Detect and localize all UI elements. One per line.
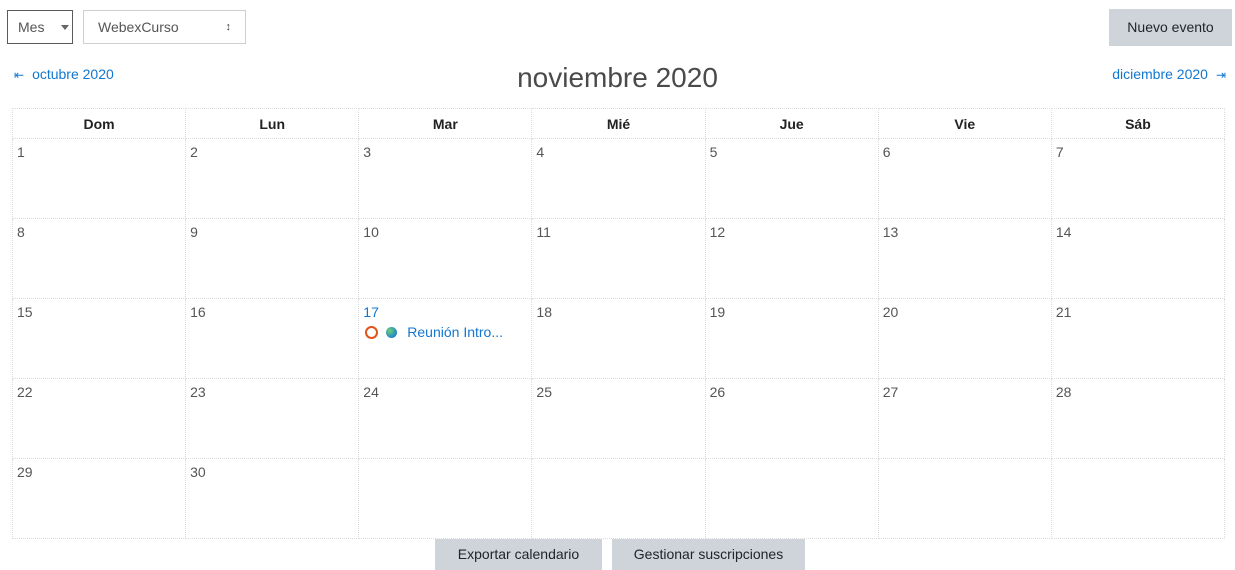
day-number: 29 — [17, 464, 33, 480]
next-month-link[interactable]: diciembre 2020 ⇥ — [1112, 66, 1226, 82]
weekday-header: Lun — [185, 108, 360, 139]
empty-day-cell — [1050, 458, 1226, 539]
weekday-header-row: Dom Lun Mar Mié Jue Vie Sáb — [11, 108, 1226, 139]
month-title: noviembre 2020 — [517, 62, 718, 93]
manage-subscriptions-button[interactable]: Gestionar suscripciones — [612, 539, 805, 570]
day-number: 16 — [190, 304, 206, 320]
weekday-header: Mié — [531, 108, 706, 139]
day-cell[interactable]: 7 — [1050, 138, 1226, 219]
day-cell[interactable]: 13 — [877, 218, 1052, 299]
export-calendar-button[interactable]: Exportar calendario — [435, 539, 602, 570]
globe-icon — [386, 326, 398, 338]
weekday-header: Dom — [11, 108, 187, 139]
day-cell[interactable]: 4 — [531, 138, 706, 219]
day-number: 6 — [882, 144, 891, 160]
day-number: 18 — [536, 304, 552, 320]
day-number: 5 — [709, 144, 718, 160]
day-cell[interactable]: 10 — [358, 218, 533, 299]
day-cell[interactable]: 15 — [11, 298, 187, 379]
caret-down-icon — [61, 25, 69, 30]
day-cell[interactable]: 12 — [704, 218, 879, 299]
day-number: 9 — [190, 224, 198, 240]
day-cell[interactable]: 25 — [531, 378, 706, 459]
day-cell[interactable]: 30 — [185, 458, 360, 539]
day-cell[interactable]: 17 Reunión Intro... — [358, 298, 533, 379]
calendar-grid: Dom Lun Mar Mié Jue Vie Sáb 1 2 3 4 5 6 7 8 9 10 1… — [11, 108, 1226, 539]
weekday-header: Sáb — [1050, 108, 1226, 139]
day-cell[interactable]: 8 — [11, 218, 187, 299]
day-number: 1 — [17, 144, 25, 160]
day-cell[interactable]: 6 — [877, 138, 1052, 219]
empty-day-cell — [704, 458, 879, 539]
day-cell[interactable]: 1 — [11, 138, 187, 219]
day-cell[interactable]: 29 — [11, 458, 187, 539]
sort-arrows-icon: ↕ — [225, 21, 232, 33]
day-number: 27 — [882, 384, 899, 400]
day-cell[interactable]: 22 — [11, 378, 187, 459]
course-select-value: WebexCurso — [98, 19, 179, 35]
calendar-page: Mes WebexCurso ↕ Nuevo evento ⇤ octubre 2… — [0, 0, 1235, 570]
day-number[interactable]: 17 — [359, 299, 531, 320]
new-event-button[interactable]: Nuevo evento — [1109, 9, 1232, 46]
day-cell[interactable]: 14 — [1050, 218, 1226, 299]
view-select-value: Mes — [18, 19, 45, 35]
weekday-header: Jue — [704, 108, 879, 139]
day-cell[interactable]: 21 — [1050, 298, 1226, 379]
day-number: 4 — [536, 144, 545, 160]
day-number: 3 — [363, 144, 372, 160]
day-cell[interactable]: 28 — [1050, 378, 1226, 459]
day-number: 15 — [17, 304, 33, 320]
week-row: 15 16 17 Reunión Intro... 18 19 20 21 — [11, 298, 1226, 379]
day-cell[interactable]: 27 — [877, 378, 1052, 459]
day-cell[interactable]: 20 — [877, 298, 1052, 379]
event-title[interactable]: Reunión Intro... — [407, 324, 503, 340]
day-number: 19 — [709, 304, 726, 320]
day-number: 7 — [1055, 144, 1064, 160]
day-number: 20 — [882, 304, 899, 320]
day-number: 21 — [1055, 304, 1072, 320]
empty-day-cell — [531, 458, 706, 539]
day-number: 10 — [363, 224, 379, 240]
day-cell[interactable]: 24 — [358, 378, 533, 459]
day-cell[interactable]: 3 — [358, 138, 533, 219]
week-row: 22 23 24 25 26 27 28 — [11, 378, 1226, 459]
day-number: 25 — [536, 384, 552, 400]
day-number: 12 — [709, 224, 726, 240]
day-cell[interactable]: 23 — [185, 378, 360, 459]
course-select[interactable]: WebexCurso ↕ — [83, 10, 246, 44]
day-cell[interactable]: 11 — [531, 218, 706, 299]
day-number: 2 — [190, 144, 198, 160]
day-number: 23 — [190, 384, 206, 400]
view-select[interactable]: Mes — [7, 10, 73, 44]
day-number: 8 — [17, 224, 25, 240]
day-cell[interactable]: 19 — [704, 298, 879, 379]
day-number: 13 — [882, 224, 899, 240]
day-cell[interactable]: 9 — [185, 218, 360, 299]
day-cell[interactable]: 2 — [185, 138, 360, 219]
empty-day-cell — [877, 458, 1052, 539]
arrow-right-icon: ⇥ — [1215, 68, 1226, 82]
day-cell[interactable]: 5 — [704, 138, 879, 219]
empty-day-cell — [358, 458, 533, 539]
week-row: 29 30 — [11, 458, 1226, 539]
calendar-event[interactable]: Reunión Intro... — [359, 324, 531, 340]
week-row: 8 9 10 11 12 13 14 — [11, 218, 1226, 299]
day-number: 30 — [190, 464, 206, 480]
day-number: 26 — [709, 384, 726, 400]
day-number: 24 — [363, 384, 379, 400]
day-cell[interactable]: 26 — [704, 378, 879, 459]
day-number: 28 — [1055, 384, 1072, 400]
next-month-label: diciembre 2020 — [1112, 66, 1208, 82]
day-number: 14 — [1055, 224, 1072, 240]
day-cell[interactable]: 18 — [531, 298, 706, 379]
day-number: 11 — [536, 224, 551, 240]
day-cell[interactable]: 16 — [185, 298, 360, 379]
course-event-icon — [365, 325, 379, 339]
weekday-header: Vie — [877, 108, 1052, 139]
weekday-header: Mar — [358, 108, 533, 139]
week-row: 1 2 3 4 5 6 7 — [11, 138, 1226, 219]
day-number: 22 — [17, 384, 33, 400]
